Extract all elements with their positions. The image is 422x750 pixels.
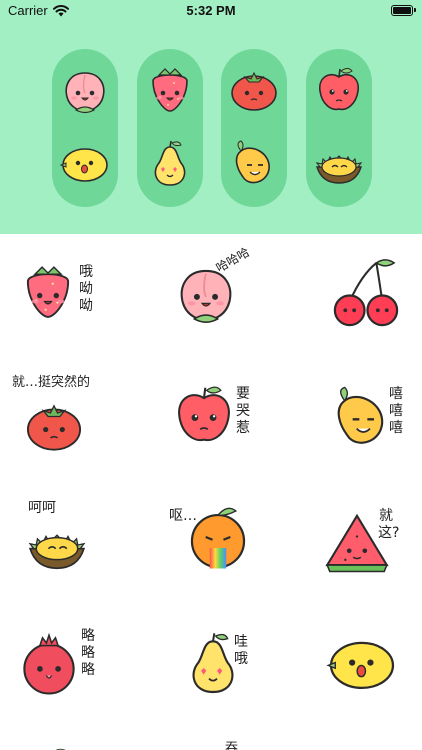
sticker-caption: 要哭惹 [236, 386, 250, 436]
mango-icon [227, 137, 281, 191]
lemon-icon [58, 137, 112, 191]
sticker-caption: 略略略 [81, 628, 95, 678]
sticker-tomato[interactable]: 就…挺突然的 [0, 360, 140, 486]
sticker-strawberry[interactable]: 哦呦呦 [0, 234, 140, 360]
apple-icon [312, 63, 366, 117]
sticker-caption: 哇哦 [234, 634, 248, 667]
sticker-pear[interactable]: 哇哦 [141, 612, 281, 738]
sticker-lemon[interactable] [282, 612, 422, 738]
sticker-pomegranate[interactable]: 略略略 [0, 612, 140, 738]
apple-icon [169, 380, 239, 450]
sticker-apple[interactable]: 要哭惹 [141, 360, 281, 486]
durian-icon [18, 512, 96, 578]
tomato-icon [18, 394, 90, 458]
durian-icon [312, 137, 366, 191]
featured-panel [0, 22, 422, 234]
clock: 5:32 PM [186, 3, 236, 18]
strawberry-icon [16, 260, 80, 324]
featured-pill-1[interactable] [52, 49, 118, 207]
kiwi-icon [34, 742, 78, 750]
tomato-icon [227, 63, 281, 117]
cherry-icon [326, 254, 406, 334]
sticker-caption: 哦呦呦 [79, 264, 93, 314]
strawberry-icon [143, 63, 197, 117]
sticker-caption: 嘻嘻嘻 [389, 386, 403, 436]
sticker-caption: 就这? [378, 508, 400, 541]
sticker-durian[interactable]: 呵呵 [0, 486, 140, 612]
sticker-mango[interactable]: 嘻嘻嘻 [282, 360, 422, 486]
featured-pill-2[interactable] [137, 49, 203, 207]
sticker-caption: 吞 [225, 741, 239, 750]
sticker-kiwi[interactable] [0, 738, 140, 750]
sticker-peach[interactable]: 哈哈哈 [141, 234, 281, 360]
orange-icon [181, 500, 255, 574]
pomegranate-icon [14, 630, 84, 700]
pear-icon [143, 137, 197, 191]
sticker-watermelon[interactable]: 就这? [282, 486, 422, 612]
peach-icon [58, 63, 112, 117]
sticker-caption: 就…挺突然的 [12, 375, 91, 390]
sticker-banana[interactable]: 吞 [141, 738, 281, 750]
featured-pill-4[interactable] [306, 49, 372, 207]
lemon-icon [324, 626, 400, 702]
featured-pill-3[interactable] [221, 49, 287, 207]
status-bar: Carrier 5:32 PM [0, 0, 422, 22]
sticker-orange[interactable]: 呕… [141, 486, 281, 612]
sticker-cherry[interactable] [282, 234, 422, 360]
battery-icon [391, 5, 416, 16]
sticker-grid: 哦呦呦 哈哈哈 就…挺突然的 要哭惹 嘻嘻嘻 呵呵 呕… 就这? 略略略 哇哦 [0, 234, 422, 750]
